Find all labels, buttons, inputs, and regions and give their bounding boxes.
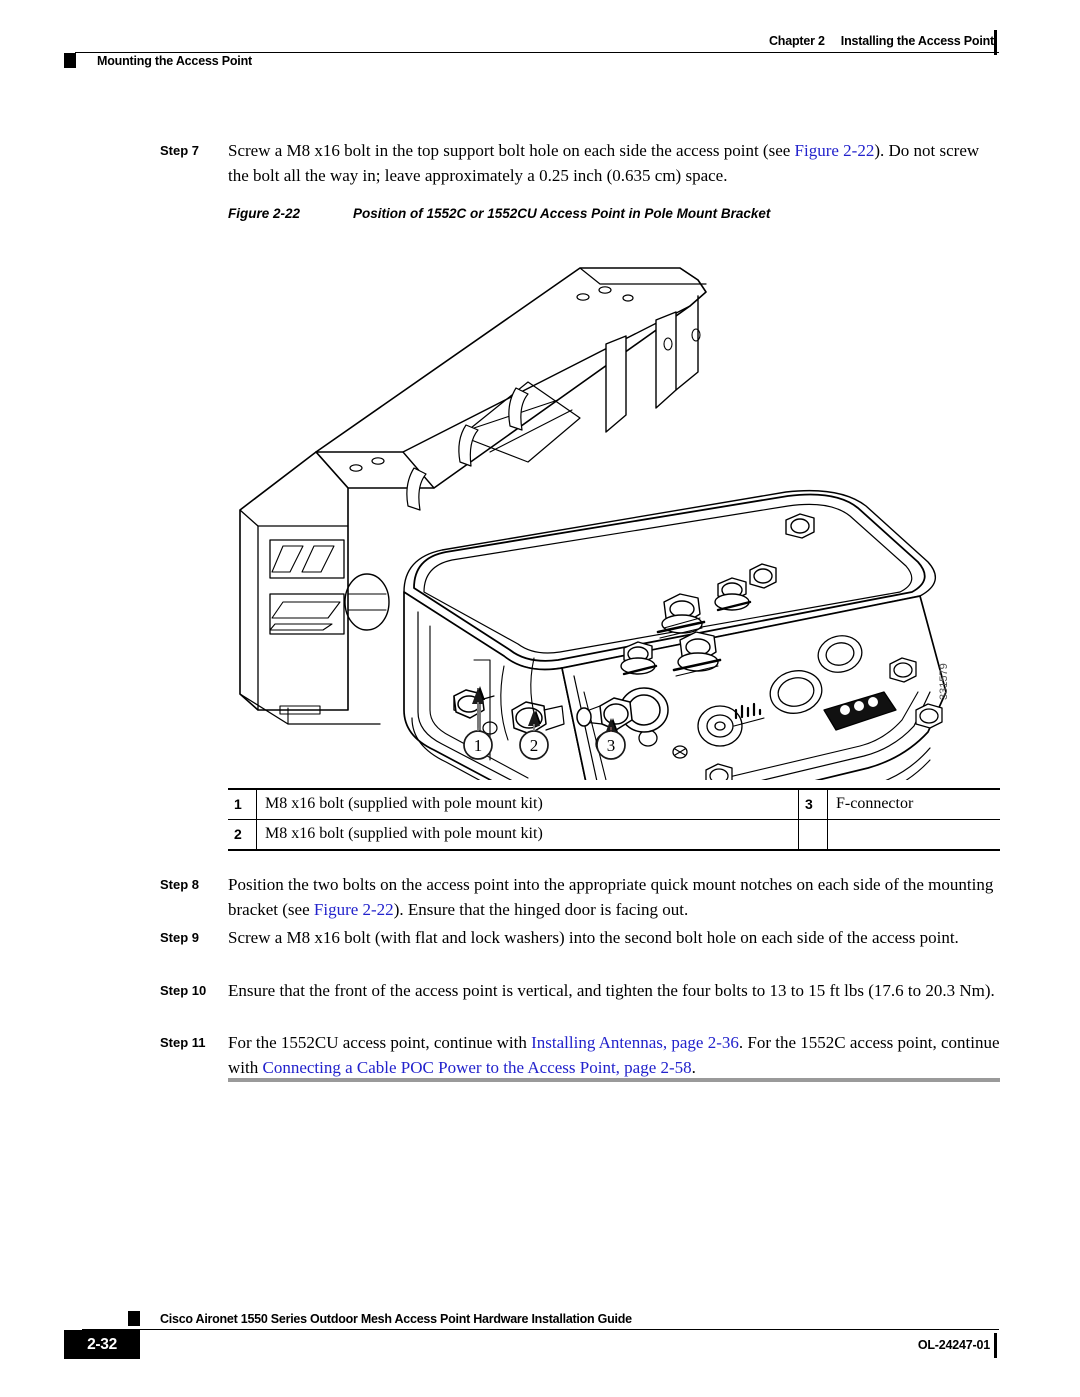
figure-caption-number: Figure 2-22 <box>228 206 301 221</box>
cross-reference-link[interactable]: Figure 2-22 <box>314 900 394 919</box>
legend-text-2: M8 x16 bolt (supplied with pole mount ki… <box>256 819 799 851</box>
header-end-bar <box>994 30 997 55</box>
cross-reference-link[interactable]: Figure 2-22 <box>795 141 875 160</box>
access-point-pole-mount-drawing: 1 2 3 <box>239 267 947 780</box>
cross-reference-link[interactable]: Connecting a Cable POC Power to the Acce… <box>262 1058 691 1077</box>
callout-number-1: 1 <box>474 736 483 755</box>
legend-number-1: 1 <box>228 788 257 820</box>
step-row-10: Step 10 Ensure that the front of the acc… <box>160 978 1000 1003</box>
bracket-left-plate <box>239 451 349 711</box>
footer-rule <box>82 1329 999 1330</box>
step-text-8: Position the two bolts on the access poi… <box>228 872 1000 922</box>
figure-caption: Figure 2-22 Position of 1552C or 1552CU A… <box>228 206 770 221</box>
legend-number-2: 2 <box>228 819 257 851</box>
body-text-run: Screw a M8 x16 bolt (with flat and lock … <box>228 928 959 947</box>
step-text-11: For the 1552CU access point, continue wi… <box>228 1030 1000 1080</box>
footer-end-bar <box>994 1333 997 1358</box>
header-section-title: Mounting the Access Point <box>97 54 252 68</box>
table-row: 2 M8 x16 bolt (supplied with pole mount … <box>228 819 1000 851</box>
bracket-gusset-right <box>655 311 677 409</box>
step-row-8: Step 8 Position the two bolts on the acc… <box>160 872 1000 922</box>
figure-illustration: 1 2 3 <box>228 240 1000 780</box>
page-header: Chapter 2 Installing the Access Point Mou… <box>0 0 1080 92</box>
step-row-9: Step 9 Screw a M8 x16 bolt (with flat an… <box>160 925 1000 950</box>
footer-bullet-square-icon <box>128 1311 140 1326</box>
body-text-run: Ensure that the front of the access poin… <box>228 981 995 1000</box>
header-rule <box>75 52 999 53</box>
step-row-7: Step 7 Screw a M8 x16 bolt in the top su… <box>160 138 1000 188</box>
header-chapter-number: Chapter 2 <box>768 34 825 48</box>
body-text-run: Screw a M8 x16 bolt in the top support b… <box>228 141 795 160</box>
section-end-rule <box>228 1078 1000 1082</box>
cross-reference-link[interactable]: Installing Antennas, page 2-36 <box>531 1033 739 1052</box>
bracket-round-detail <box>344 573 390 631</box>
header-chapter-line: Chapter 2 Installing the Access Point <box>769 34 994 48</box>
legend-text-1: M8 x16 bolt (supplied with pole mount ki… <box>256 788 799 820</box>
header-bullet-square-icon <box>64 53 76 68</box>
step-label-7: Step 7 <box>160 143 200 158</box>
body-text-run: For the 1552CU access point, continue wi… <box>228 1033 532 1052</box>
footer-document-title: Cisco Aironet 1550 Series Outdoor Mesh A… <box>160 1312 632 1326</box>
footer-document-id: OL-24247-01 <box>917 1338 990 1352</box>
callout-number-2: 2 <box>530 736 539 755</box>
step-label-10: Step 10 <box>160 983 207 998</box>
table-row: 1 M8 x16 bolt (supplied with pole mount … <box>228 788 1000 820</box>
body-text-run: . <box>691 1058 696 1077</box>
figure-caption-title: Position of 1552C or 1552CU Access Point… <box>353 206 771 221</box>
page-number-badge: 2-32 <box>64 1330 140 1359</box>
legend-text-3: F-connector <box>827 788 1000 820</box>
step-label-8: Step 8 <box>160 877 200 892</box>
page-footer: 2-32 Cisco Aironet 1550 Series Outdoor M… <box>0 1300 1080 1370</box>
callout-number-3: 3 <box>607 736 616 755</box>
legend-text-empty <box>827 819 1000 851</box>
step-row-11: Step 11 For the 1552CU access point, con… <box>160 1030 1000 1080</box>
step-text-10: Ensure that the front of the access poin… <box>228 978 1000 1003</box>
step-label-9: Step 9 <box>160 930 200 945</box>
step-text-9: Screw a M8 x16 bolt (with flat and lock … <box>228 925 1000 950</box>
step-label-11: Step 11 <box>160 1035 206 1050</box>
callout-circles: 1 2 3 <box>463 730 626 760</box>
bracket-gusset-mid <box>605 335 627 433</box>
step-text-7: Screw a M8 x16 bolt in the top support b… <box>228 138 1000 188</box>
body-text-run: ). Ensure that the hinged door is facing… <box>393 900 689 919</box>
legend-number-3: 3 <box>798 788 828 820</box>
header-chapter-title: Installing the Access Point <box>840 34 994 48</box>
legend-number-empty <box>798 819 828 851</box>
figure-legend-table: 1 M8 x16 bolt (supplied with pole mount … <box>228 788 1000 851</box>
figure-graphic-id: 331579 <box>938 663 950 700</box>
